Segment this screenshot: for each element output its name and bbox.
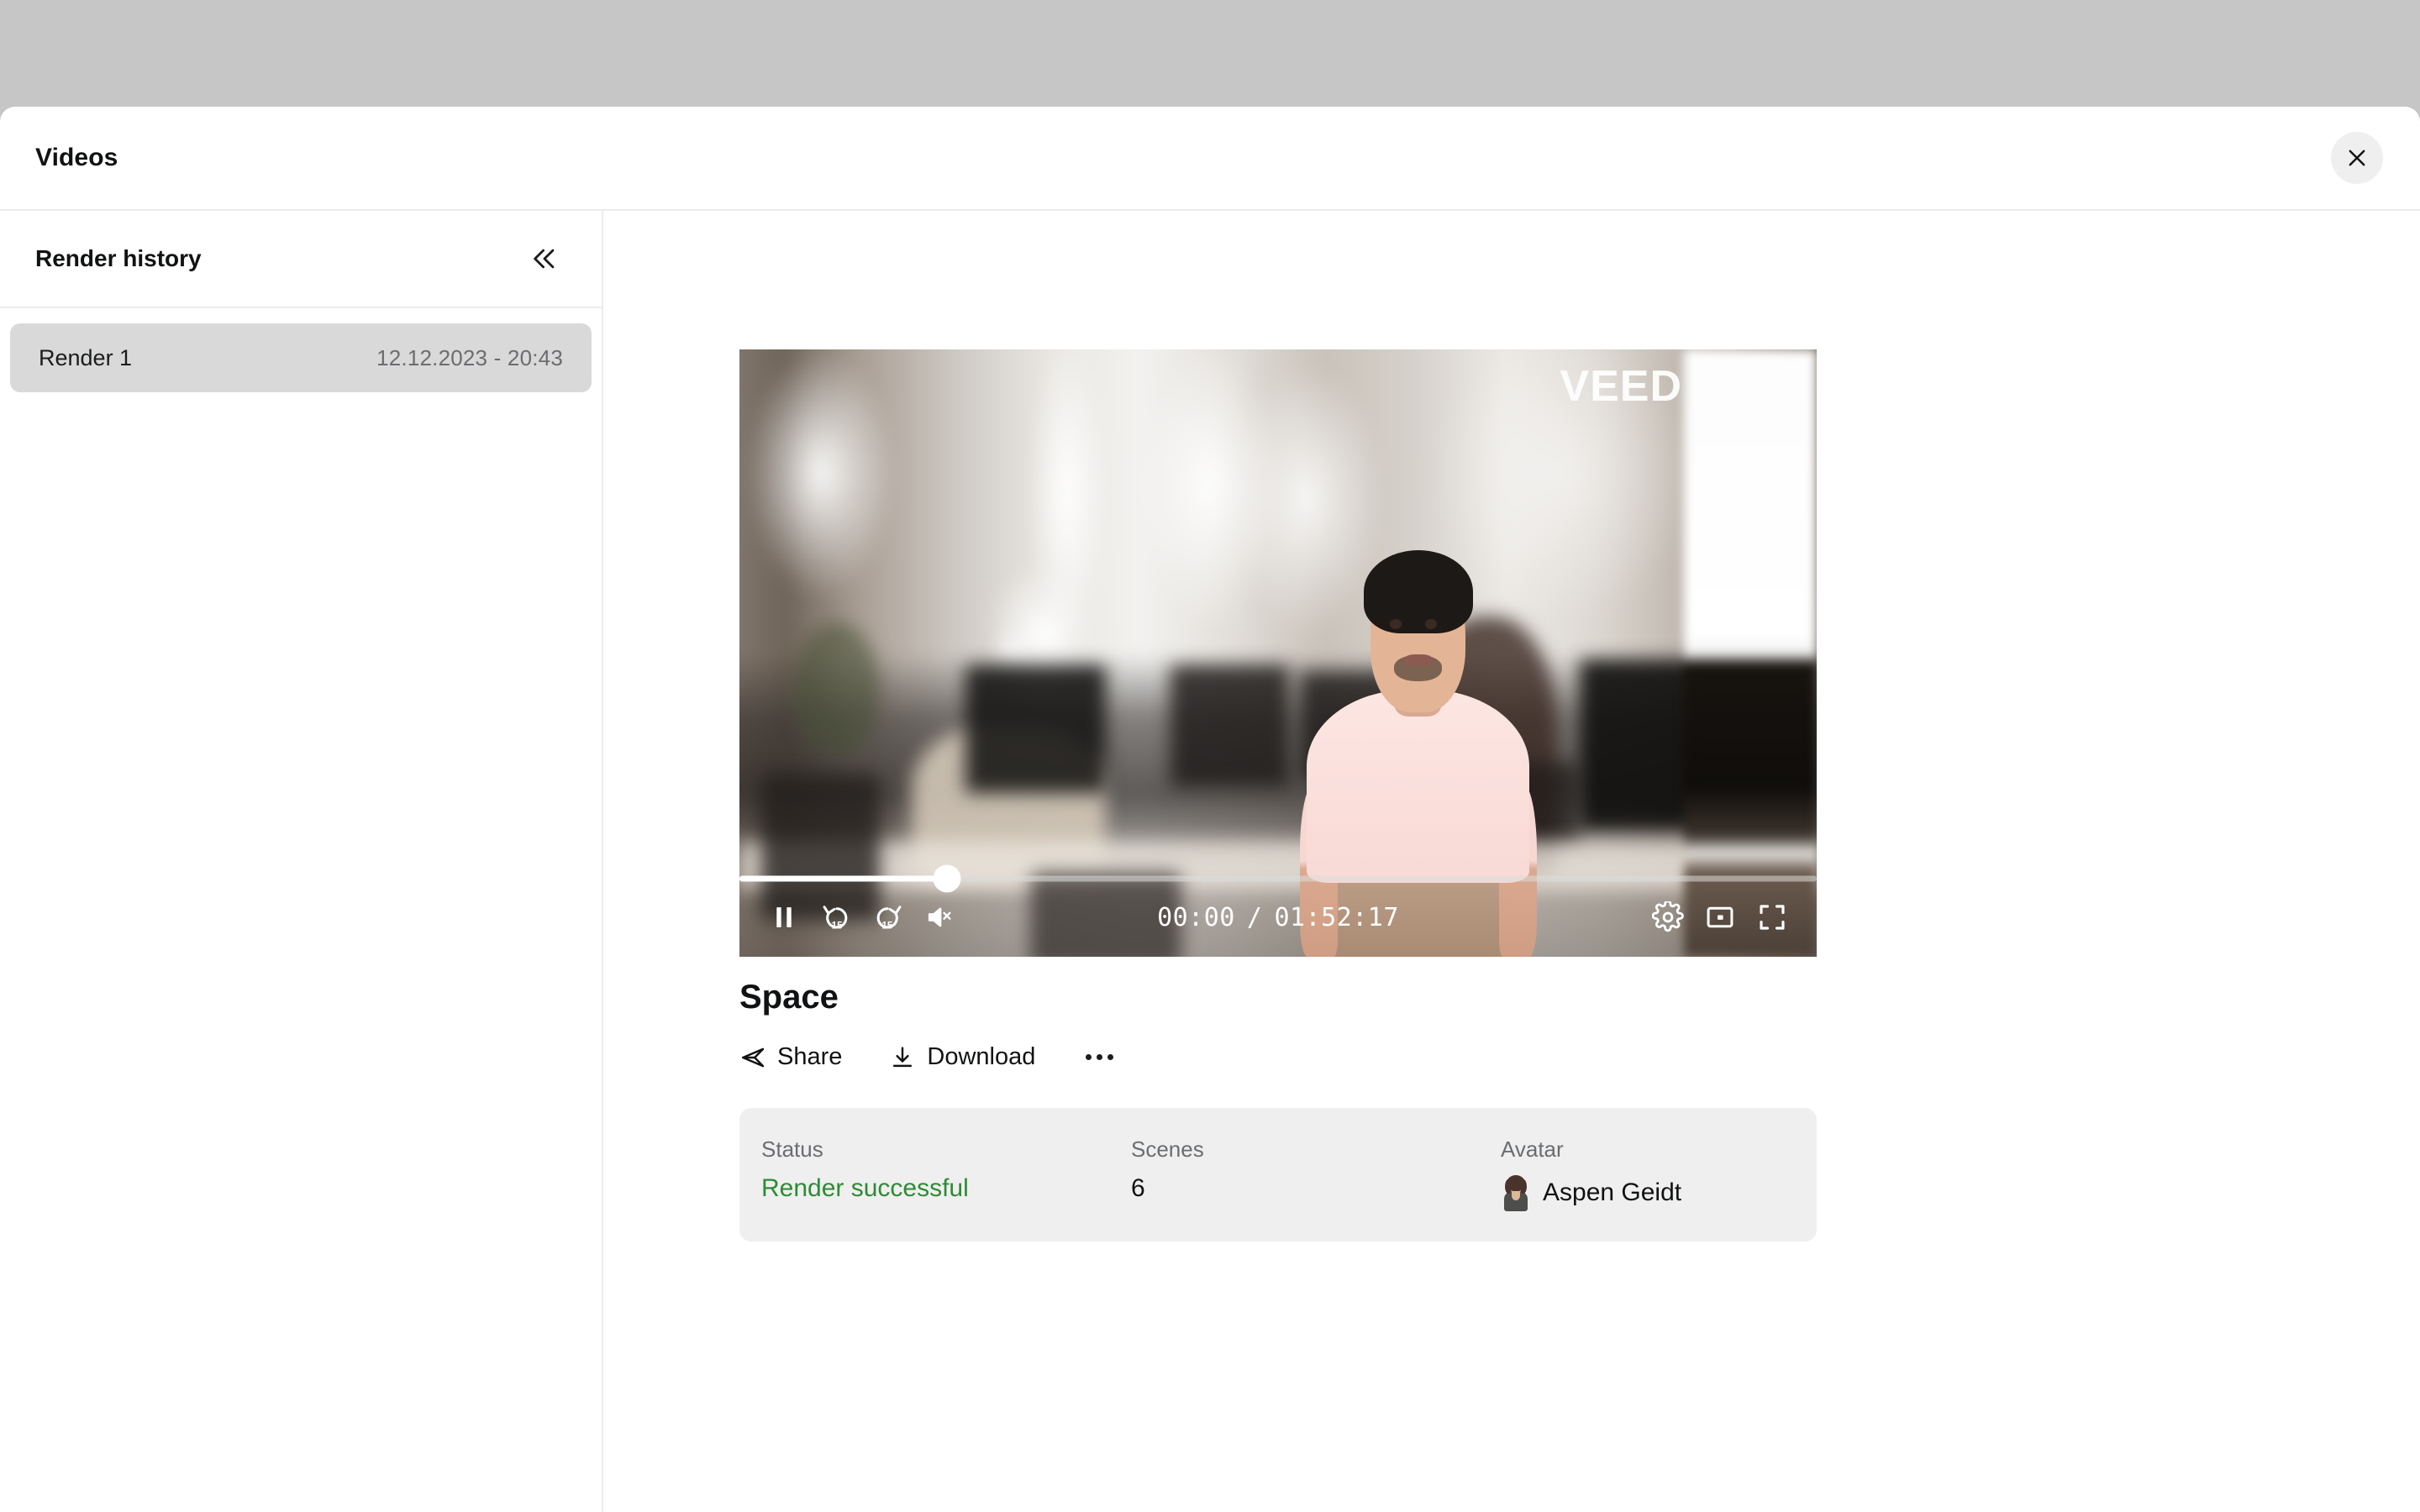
download-icon bbox=[893, 1046, 913, 1067]
list-item[interactable]: Render 1 12.12.2023 - 20:43 bbox=[10, 323, 592, 392]
watermark: VEED bbox=[1560, 362, 1682, 411]
scene-plant bbox=[793, 622, 880, 757]
forward-15-icon: 15 bbox=[876, 906, 902, 932]
picture-in-picture-icon bbox=[1707, 906, 1733, 928]
avatar bbox=[1501, 1174, 1531, 1211]
presenter-mouth bbox=[1403, 654, 1433, 666]
avatar-label: Avatar bbox=[1501, 1137, 1564, 1162]
scenes-label: Scenes bbox=[1131, 1137, 1204, 1162]
presenter-shirt bbox=[1307, 690, 1530, 883]
sidebar-title: Render history bbox=[35, 245, 202, 271]
seek-progress bbox=[739, 875, 948, 882]
stat-scenes: Scenes 6 bbox=[1131, 1137, 1501, 1211]
chevrons-left-icon bbox=[534, 249, 555, 269]
volume-muted-icon bbox=[928, 907, 951, 927]
share-icon bbox=[742, 1047, 765, 1067]
render-item-name: Render 1 bbox=[39, 344, 133, 370]
download-button[interactable]: Download bbox=[889, 1040, 1035, 1074]
presenter-eye-right bbox=[1425, 619, 1438, 629]
settings-button[interactable] bbox=[1642, 893, 1694, 942]
stat-status: Status Render successful bbox=[761, 1137, 1131, 1211]
picture-in-picture-button[interactable] bbox=[1694, 893, 1746, 942]
player-controls: 15 15 00:00 / 01:52:17 bbox=[739, 864, 1817, 957]
main-panel: VEED 15 15 00:00 / 01:52:17 Space Share … bbox=[603, 211, 2420, 1512]
pause-icon bbox=[776, 907, 792, 927]
scene-monitor-2 bbox=[1170, 664, 1289, 787]
presenter-eye-left bbox=[1389, 619, 1402, 629]
status-badge: Render successful bbox=[761, 1174, 969, 1202]
modal-body: Render history Render 1 12.12.2023 - 20:… bbox=[0, 211, 2420, 1512]
seek-bar[interactable] bbox=[739, 864, 1817, 893]
duration: 01:52:17 bbox=[1274, 902, 1399, 932]
close-icon bbox=[2349, 150, 2365, 166]
fullscreen-button[interactable] bbox=[1746, 893, 1798, 942]
video-player[interactable]: VEED 15 15 00:00 / 01:52:17 bbox=[739, 349, 1817, 957]
status-label: Status bbox=[761, 1137, 823, 1162]
sidebar-header: Render history bbox=[0, 211, 602, 308]
player-right-controls bbox=[1642, 893, 1798, 942]
rewind-15-button[interactable]: 15 bbox=[810, 893, 862, 942]
presenter-hair bbox=[1363, 549, 1473, 633]
render-list: Render 1 12.12.2023 - 20:43 bbox=[0, 308, 602, 392]
share-button[interactable]: Share bbox=[739, 1040, 842, 1074]
download-label: Download bbox=[927, 1043, 1036, 1070]
more-dot-2 bbox=[1097, 1054, 1103, 1060]
videos-modal: Videos Render history Render 1 12.12.202… bbox=[0, 107, 2420, 1512]
avatar-hair-top bbox=[1507, 1175, 1525, 1191]
modal-header: Videos bbox=[0, 107, 2420, 211]
control-buttons: 15 15 00:00 / 01:52:17 bbox=[739, 890, 1817, 945]
avatar-neckline bbox=[1512, 1191, 1520, 1200]
forward-15-button[interactable]: 15 bbox=[862, 893, 914, 942]
current-time: 00:00 bbox=[1157, 902, 1235, 932]
svg-text:15: 15 bbox=[881, 921, 893, 932]
rewind-15-icon: 15 bbox=[823, 906, 848, 932]
more-dot-1 bbox=[1086, 1054, 1092, 1060]
stat-avatar: Avatar Aspen Geidt bbox=[1501, 1137, 1681, 1211]
mute-toggle-button[interactable] bbox=[914, 893, 966, 942]
collapse-sidebar-button[interactable] bbox=[523, 237, 566, 281]
render-item-date: 12.12.2023 - 20:43 bbox=[376, 344, 563, 370]
scene-monitor-1 bbox=[965, 664, 1106, 793]
video-actions: Share Download bbox=[739, 1040, 1817, 1074]
fullscreen-icon bbox=[1760, 905, 1785, 930]
page-title: Videos bbox=[35, 144, 118, 171]
video-title: Space bbox=[739, 979, 839, 1016]
time-separator: / bbox=[1246, 902, 1263, 932]
seek-handle[interactable] bbox=[933, 864, 961, 893]
gear-icon bbox=[1652, 901, 1684, 932]
svg-text:15: 15 bbox=[832, 921, 844, 932]
close-button[interactable] bbox=[2331, 132, 2383, 184]
share-label: Share bbox=[777, 1043, 843, 1070]
video-letterbox-right bbox=[1684, 349, 1817, 957]
time-display: 00:00 / 01:52:17 bbox=[1157, 903, 1399, 932]
avatar-name: Aspen Geidt bbox=[1543, 1179, 1682, 1206]
render-stats-card: Status Render successful Scenes 6 Avatar bbox=[739, 1108, 1817, 1242]
more-dot-3 bbox=[1107, 1054, 1114, 1060]
pause-button[interactable] bbox=[758, 893, 810, 942]
avatar-row: Aspen Geidt bbox=[1501, 1174, 1681, 1211]
more-options-button[interactable] bbox=[1082, 1046, 1117, 1068]
video-detail: VEED 15 15 00:00 / 01:52:17 Space Share … bbox=[739, 349, 1817, 1242]
render-history-sidebar: Render history Render 1 12.12.2023 - 20:… bbox=[0, 211, 603, 1512]
scenes-value: 6 bbox=[1131, 1174, 1145, 1202]
